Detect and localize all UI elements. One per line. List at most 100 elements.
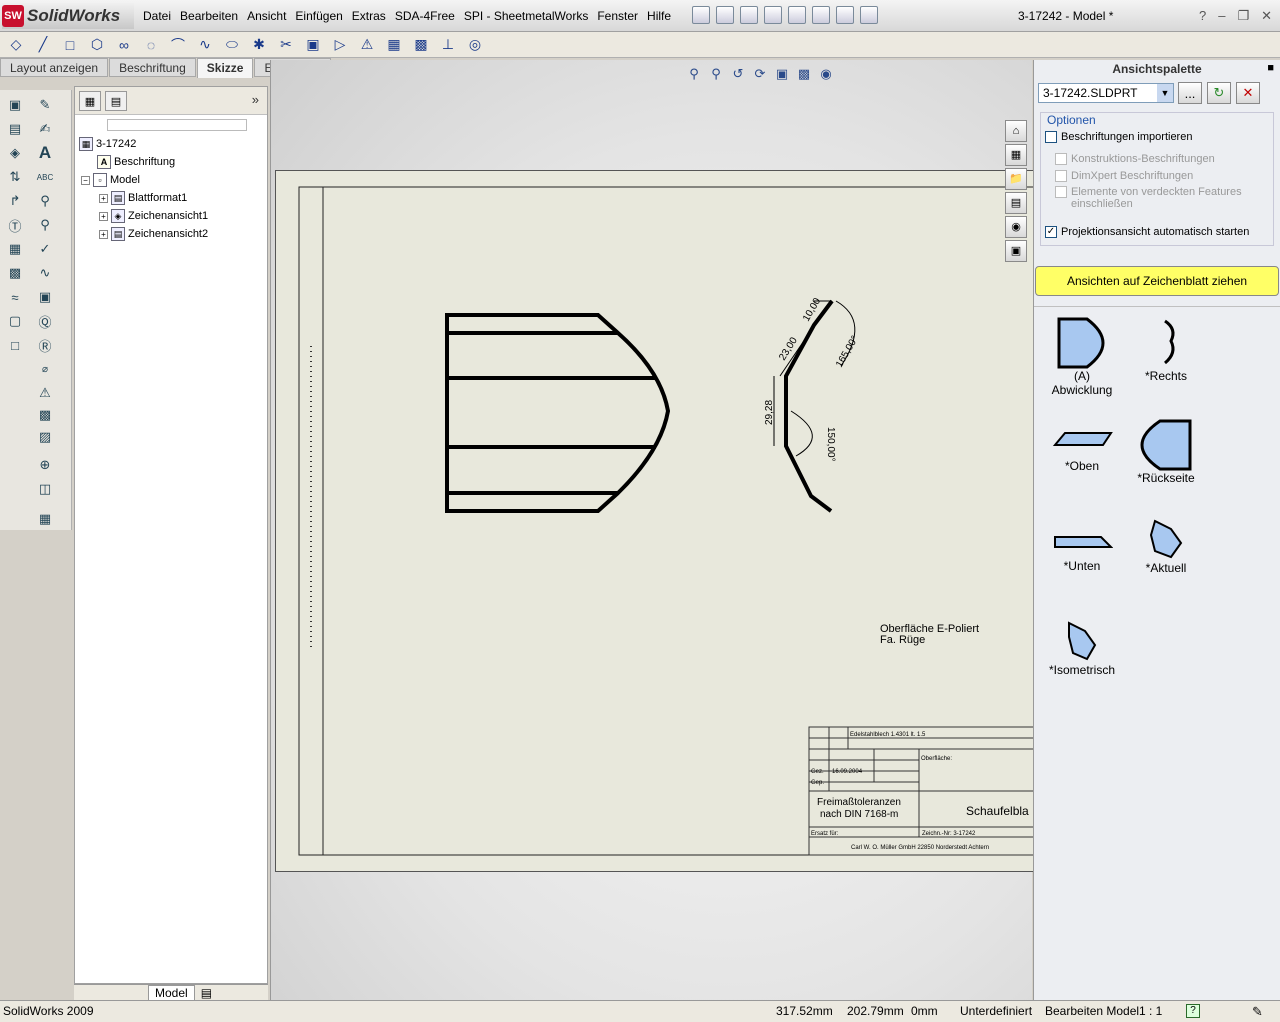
spell-check-icon[interactable]: ✎ (36, 96, 54, 114)
save-icon[interactable] (764, 6, 782, 24)
tab-layout-anzeigen[interactable]: Layout anzeigen (0, 58, 109, 77)
break-view-icon[interactable]: ≈ (6, 288, 24, 306)
checkbox-auto-projection[interactable]: ✓ (1045, 226, 1057, 238)
feature-tree-tab-icon[interactable]: ▦ (79, 91, 101, 111)
rebuild-pencil-icon[interactable]: ✎ (1252, 1004, 1263, 1020)
hole-callout-icon[interactable]: ⌀ (36, 360, 54, 378)
section-view-icon[interactable]: ↱ (6, 192, 24, 210)
help-status-icon[interactable]: ? (1186, 1004, 1200, 1018)
collapse-icon[interactable]: − (81, 175, 90, 185)
menu-sda4free[interactable]: SDA-4Free (394, 9, 463, 23)
tree-item-beschriftung[interactable]: A Beschriftung (97, 155, 175, 169)
geometric-tolerance-icon[interactable]: ▣ (36, 288, 54, 306)
model-items-icon[interactable]: ▣ (6, 96, 24, 114)
restore-icon[interactable]: ❐ (1237, 8, 1249, 24)
note-text-icon[interactable]: A (36, 143, 54, 162)
arc-icon[interactable]: ⌒ (168, 36, 188, 54)
standard-views-icon[interactable]: ▦ (6, 240, 24, 258)
cosmetic-thread-icon[interactable]: ⚠ (36, 384, 54, 402)
smart-dimension-icon[interactable]: ◇ (6, 36, 26, 54)
menu-hilfe[interactable]: Hilfe (646, 9, 679, 23)
mirror-icon[interactable]: ▷ (330, 36, 350, 54)
auxiliary-view-icon[interactable]: ⇅ (6, 168, 24, 186)
polygon-icon[interactable]: ⬡ (87, 36, 107, 54)
menu-ansicht[interactable]: Ansicht (246, 9, 294, 23)
option-import-annotations[interactable]: Beschriftungen importieren (1045, 131, 1192, 143)
warning-icon[interactable]: ⚠ (357, 36, 377, 54)
new-document-icon[interactable] (716, 6, 734, 24)
point-icon[interactable]: ✱ (249, 36, 269, 54)
pin-icon[interactable]: ■ (1267, 62, 1274, 74)
graphics-area[interactable]: ⚲ ⚲ ↺ ⟳ ▣ ▩ ◉ 10,00 23,00 165,00° 29,28 … (270, 60, 1036, 1000)
spline-icon[interactable]: ∿ (195, 36, 215, 54)
drawing-sheet[interactable]: 10,00 23,00 165,00° 29,28 150,00° Oberfl… (275, 170, 1036, 872)
tree-filter-input[interactable] (107, 119, 247, 131)
view-orientation-icon[interactable]: ▣ (773, 66, 791, 82)
menu-bearbeiten[interactable]: Bearbeiten (179, 9, 246, 23)
tree-item-zeichenansicht2[interactable]: + ▤ Zeichenansicht2 (99, 227, 208, 241)
sheet-tab-model[interactable]: Model (148, 984, 195, 1001)
block-icon[interactable]: ▨ (36, 428, 54, 446)
clear-icon[interactable]: ✕ (1236, 82, 1260, 104)
undo-icon[interactable] (812, 6, 830, 24)
centerline-icon[interactable]: ◫ (36, 480, 54, 498)
datum-target-icon[interactable]: Ⓡ (36, 336, 54, 354)
palette-file-select[interactable]: 3-17242.SLDPRT ▼ (1038, 83, 1174, 103)
rebuild-traffic-light-icon[interactable] (836, 6, 854, 24)
browse-button[interactable]: ... (1178, 82, 1202, 104)
close-window-icon[interactable]: ✕ (1261, 8, 1272, 24)
design-library-icon[interactable]: ▦ (1005, 144, 1027, 166)
view-isometrisch[interactable]: *Isometrisch (1040, 619, 1124, 677)
zoom-area-icon[interactable]: ⚲ (707, 66, 725, 82)
print-icon[interactable] (788, 6, 806, 24)
crop-view-icon[interactable]: ▢ (6, 312, 24, 330)
open-folder-icon[interactable] (740, 6, 758, 24)
option-auto-projection[interactable]: ✓ Projektionsansicht automatisch starten (1045, 226, 1249, 238)
weld-symbol-icon[interactable]: ∿ (36, 264, 54, 282)
line-icon[interactable]: ╱ (33, 36, 53, 54)
expand-icon[interactable]: + (99, 211, 108, 221)
minimize-icon[interactable]: – (1218, 8, 1225, 24)
menu-extras[interactable]: Extras (351, 9, 394, 23)
tree-item-blattformat1[interactable]: + ▤ Blattformat1 (99, 191, 187, 205)
relations-icon[interactable]: ⊥ (438, 36, 458, 54)
menu-sheetmetalworks[interactable]: SPI - SheetmetalWorks (463, 9, 597, 23)
menu-einfuegen[interactable]: Einfügen (294, 9, 350, 23)
menu-fenster[interactable]: Fenster (596, 9, 646, 23)
rectangle-icon[interactable]: □ (60, 36, 80, 54)
checkbox-import-annotations[interactable] (1045, 131, 1057, 143)
view-unten[interactable]: *Unten (1040, 525, 1124, 573)
abc-spell-icon[interactable]: ABC (36, 168, 54, 186)
help-icon[interactable]: ? (1199, 8, 1206, 24)
chevron-down-icon[interactable]: ▼ (1157, 84, 1173, 102)
area-hatch-icon[interactable]: ▩ (36, 406, 54, 424)
repair-sketch-icon[interactable]: ◎ (465, 36, 485, 54)
tree-item-model[interactable]: − ▫ Model (81, 173, 140, 187)
table-icon[interactable]: ▦ (36, 510, 54, 528)
view-rechts[interactable]: *Rechts (1124, 317, 1208, 383)
trim-icon[interactable]: ✂ (276, 36, 296, 54)
expand-icon[interactable]: + (99, 229, 108, 239)
view-oben[interactable]: *Oben (1040, 419, 1124, 473)
circle-icon[interactable]: ◌ (141, 36, 161, 54)
offset-icon[interactable]: ▣ (303, 36, 323, 54)
balloon-icon[interactable]: ⚲ (36, 192, 54, 210)
ellipse-icon[interactable]: ⬭ (222, 36, 242, 54)
model-view-icon[interactable]: ▩ (6, 264, 24, 282)
tree-root[interactable]: ▦ 3-17242 (79, 137, 136, 151)
tree-item-zeichenansicht1[interactable]: + ◈ Zeichenansicht1 (99, 209, 208, 223)
center-mark-icon[interactable]: ⊕ (36, 456, 54, 474)
add-sheet-icon[interactable]: ▤ (201, 986, 212, 1000)
projected-view-icon[interactable]: ◈ (6, 144, 24, 162)
custom-properties-icon[interactable]: ▣ (1005, 240, 1027, 262)
alternate-position-icon[interactable]: □ (6, 336, 24, 354)
move-entities-icon[interactable]: ▩ (411, 36, 431, 54)
auto-balloon-icon[interactable]: ⚲ (36, 216, 54, 234)
format-painter-icon[interactable]: ✍ (36, 120, 54, 138)
pin-menu-icon[interactable] (692, 6, 710, 24)
hide-show-icon[interactable]: ◉ (817, 66, 835, 82)
rotate-icon[interactable]: ⟳ (751, 66, 769, 82)
view-layout-icon[interactable]: ▤ (6, 120, 24, 138)
datum-feature-icon[interactable]: Ⓠ (36, 312, 54, 330)
slot-icon[interactable]: ∞ (114, 36, 134, 54)
